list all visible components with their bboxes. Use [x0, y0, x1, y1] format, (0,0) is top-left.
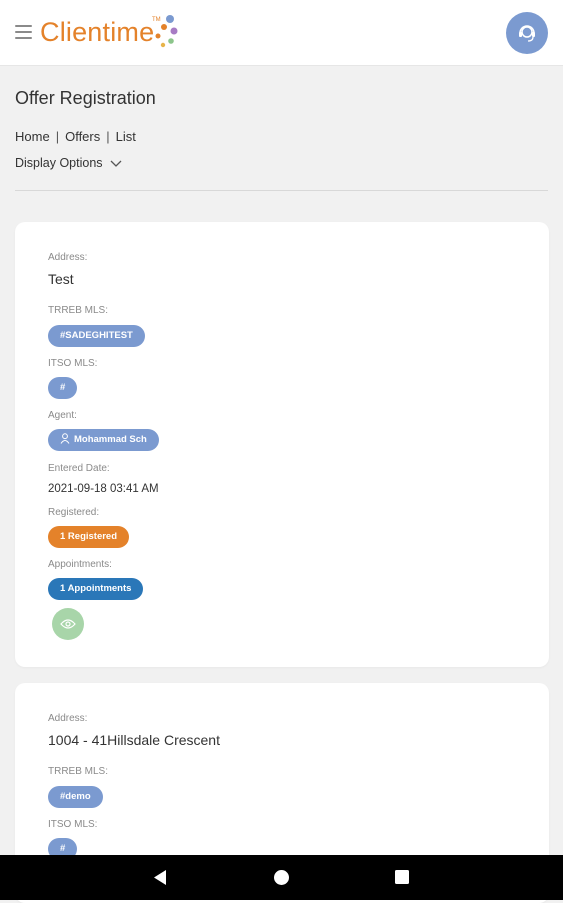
agent-name: Mohammad Sch [74, 434, 147, 445]
breadcrumb-separator: | [55, 129, 60, 144]
address-label: Address: [48, 713, 88, 724]
trreb-mls-badge[interactable]: #demo [48, 786, 103, 808]
user-icon [60, 433, 70, 444]
display-options-toggle[interactable]: Display Options [15, 156, 122, 170]
logo-dots-icon [155, 15, 178, 48]
breadcrumb-offers[interactable]: Offers [65, 129, 100, 144]
address-label: Address: [48, 252, 88, 263]
trreb-mls-label: TRREB MLS: [48, 766, 109, 777]
support-avatar-button[interactable] [506, 12, 548, 54]
back-triangle-icon [154, 870, 166, 885]
breadcrumb: Home | Offers | List [15, 129, 136, 144]
address-value: Test [48, 271, 74, 287]
appointments-label: Appointments: [48, 559, 112, 570]
agent-badge[interactable]: Mohammad Sch [48, 429, 159, 451]
trreb-mls-badge[interactable]: #SADEGHITEST [48, 325, 145, 347]
entered-date-value: 2021-09-18 03:41 AM [48, 483, 159, 495]
nav-back-button[interactable] [130, 855, 190, 900]
itso-mls-label: ITSO MLS: [48, 358, 98, 369]
nav-home-button[interactable] [251, 855, 311, 900]
address-value: 1004 - 41Hillsdale Crescent [48, 732, 220, 748]
offer-card: Address: Test TRREB MLS: #SADEGHITEST IT… [15, 222, 549, 667]
recents-square-icon [395, 870, 409, 884]
chevron-down-icon [110, 160, 122, 167]
itso-mls-label: ITSO MLS: [48, 819, 98, 830]
agent-label: Agent: [48, 410, 77, 421]
breadcrumb-list[interactable]: List [116, 129, 136, 144]
eye-icon [60, 619, 76, 629]
trreb-mls-label: TRREB MLS: [48, 305, 109, 316]
appointments-badge[interactable]: 1 Appointments [48, 578, 144, 600]
entered-date-label: Entered Date: [48, 463, 110, 474]
breadcrumb-home[interactable]: Home [15, 129, 50, 144]
logo-text: Clientime [40, 17, 155, 47]
registered-badge[interactable]: 1 Registered [48, 526, 130, 548]
divider [15, 190, 548, 191]
support-agent-icon [519, 25, 535, 42]
system-nav-bar [0, 855, 563, 900]
page-title: Offer Registration [15, 88, 156, 108]
display-options-label: Display Options [15, 156, 103, 170]
home-circle-icon [274, 870, 289, 885]
app-header: Clientime TM [0, 0, 563, 66]
itso-mls-badge[interactable]: # [48, 377, 78, 399]
view-button[interactable] [52, 608, 84, 640]
registered-label: Registered: [48, 507, 100, 518]
nav-recents-button[interactable] [372, 855, 432, 900]
hamburger-icon[interactable] [15, 25, 32, 39]
breadcrumb-separator: | [106, 129, 110, 144]
